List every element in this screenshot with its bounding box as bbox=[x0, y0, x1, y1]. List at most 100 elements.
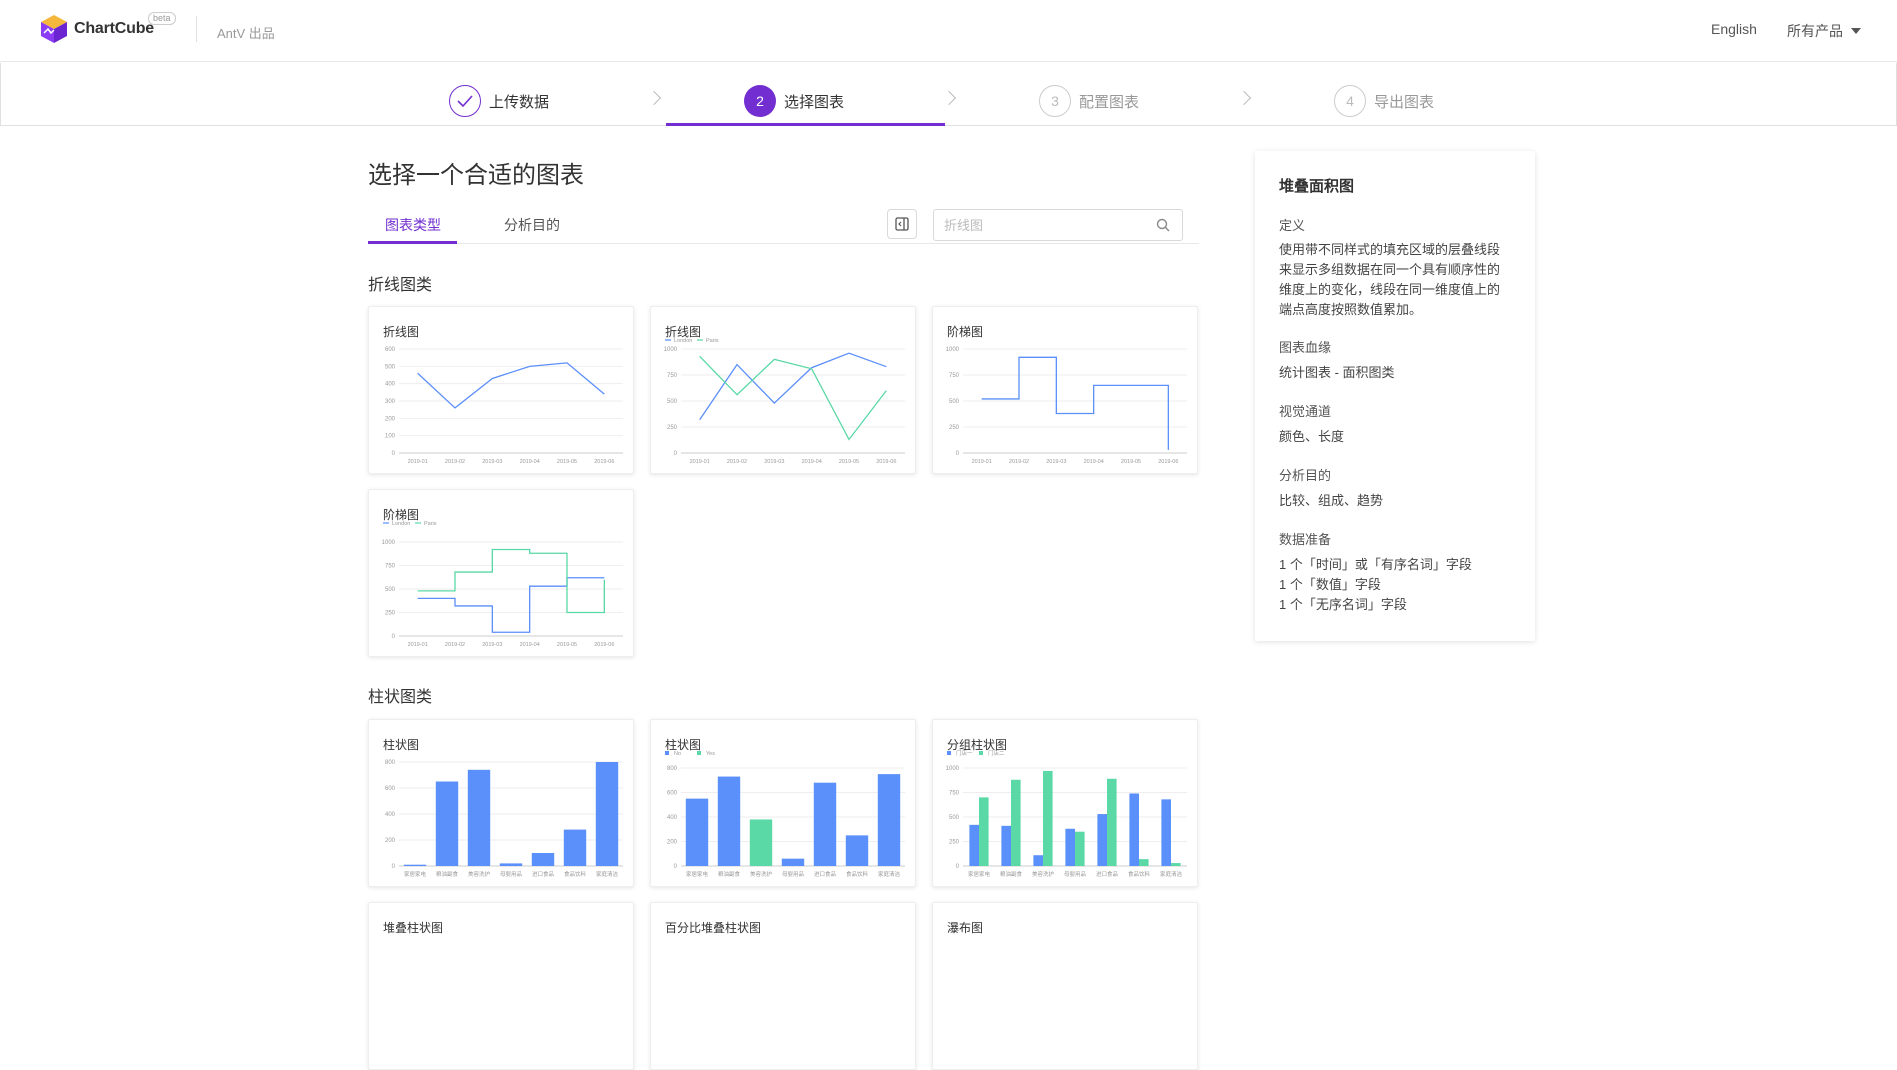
x-tick-label: 粮油副食 bbox=[1000, 870, 1023, 878]
multi-line-chart-preview: London Paris 0 250 500 750 1000 2019-01 2019-02 2… bbox=[664, 338, 905, 465]
legend-label: 门店一 bbox=[956, 750, 973, 757]
chart-card-multi-line[interactable]: 折线图 London Paris 0 250 500 750 1000 2019-01 2019… bbox=[650, 306, 916, 474]
x-tick-label: 美容洗护 bbox=[1032, 870, 1055, 878]
x-tick-label: 2019-03 bbox=[764, 459, 784, 465]
legend-label: No bbox=[674, 751, 681, 757]
y-tick-label: 0 bbox=[392, 451, 396, 457]
bar bbox=[685, 798, 709, 866]
y-tick-label: 0 bbox=[674, 864, 678, 870]
step-chart-preview: 0 250 500 750 1000 2019-01 2019-02 2019-03 2019-… bbox=[946, 347, 1187, 465]
language-switch[interactable]: English bbox=[1711, 21, 1757, 37]
legend-marker bbox=[665, 751, 669, 755]
y-tick-label: 750 bbox=[667, 373, 678, 379]
bar bbox=[1107, 778, 1117, 866]
y-tick-label: 200 bbox=[385, 416, 396, 422]
bar-chart-preview: 0 200 400 600 800 家居家电 粮油副食 美容洗护 母婴用品 进口食品 食品饮料 家庭清… bbox=[385, 760, 623, 878]
legend-marker bbox=[697, 751, 701, 755]
bar bbox=[403, 864, 427, 866]
bar bbox=[813, 782, 837, 866]
y-tick-label: 500 bbox=[667, 399, 678, 405]
lineage-text: 统计图表 - 面积图类 bbox=[1279, 365, 1395, 380]
y-tick-label: 500 bbox=[385, 587, 396, 593]
y-tick-label: 250 bbox=[667, 425, 678, 431]
bar bbox=[499, 863, 523, 866]
x-tick-label: 2019-06 bbox=[876, 459, 896, 465]
tab-analysis-purpose[interactable]: 分析目的 bbox=[504, 215, 560, 235]
x-tick-label: 2019-02 bbox=[1009, 459, 1029, 465]
y-tick-label: 400 bbox=[385, 382, 396, 388]
y-tick-label: 750 bbox=[949, 791, 960, 797]
step-export-chart[interactable]: 4 导出图表 bbox=[1334, 85, 1434, 117]
check-icon bbox=[449, 85, 481, 117]
chart-card-grouped-bar[interactable]: 分组柱状图 门店一 门店二 0 250 500 750 1000 家居家电 粮油副食 美容洗护 母婴… bbox=[932, 719, 1198, 887]
y-tick-label: 500 bbox=[949, 815, 960, 821]
step-configure-chart[interactable]: 3 配置图表 bbox=[1039, 85, 1139, 117]
step-upload-data[interactable]: 上传数据 bbox=[449, 85, 549, 117]
chart-card-stacked-bar[interactable]: 堆叠柱状图 bbox=[368, 902, 634, 1070]
card-title: 瀑布图 bbox=[947, 921, 984, 935]
chart-card-step[interactable]: 阶梯图 0 250 500 750 1000 2019-01 2019-02 2019-03 2… bbox=[932, 306, 1198, 474]
x-tick-label: 2019-02 bbox=[445, 459, 465, 465]
legend-marker bbox=[947, 751, 951, 755]
y-tick-label: 600 bbox=[667, 791, 678, 797]
chart-card-waterfall[interactable]: 瀑布图 bbox=[932, 902, 1198, 1070]
y-tick-label: 100 bbox=[385, 434, 396, 440]
x-tick-label: 母婴用品 bbox=[782, 871, 805, 878]
section-title-bar: 柱状图类 bbox=[368, 689, 433, 706]
colored-bar-chart-preview: No Yes 0 200 400 600 800 家居家电 粮油副食 美容洗护 母婴用品 进口食品 食品… bbox=[665, 751, 905, 878]
chart-search bbox=[933, 209, 1183, 241]
logo[interactable]: ChartCube beta bbox=[40, 12, 176, 44]
active-step-underline bbox=[666, 123, 945, 126]
legend-marker bbox=[979, 751, 983, 755]
tab-chart-type[interactable]: 图表类型 bbox=[385, 215, 441, 235]
x-tick-label: 2019-05 bbox=[1121, 459, 1141, 465]
antv-tag[interactable]: AntV 出品 bbox=[217, 23, 275, 42]
collapse-panel-button[interactable] bbox=[887, 209, 917, 239]
y-tick-label: 1000 bbox=[946, 766, 960, 772]
chart-card-percent-stacked-bar[interactable]: 百分比堆叠柱状图 bbox=[650, 902, 916, 1070]
step-select-chart[interactable]: 2 选择图表 bbox=[744, 85, 844, 117]
multi-step-chart-preview: London Paris 0 250 500 750 1000 2019-01 2019-02 2… bbox=[382, 521, 623, 648]
search-icon[interactable] bbox=[1156, 218, 1170, 232]
legend-label: Paris bbox=[424, 521, 437, 527]
grouped-bar-chart-preview: 门店一 门店二 0 250 500 750 1000 家居家电 粮油副食 美容洗护 母婴用品 进口食品… bbox=[946, 750, 1187, 878]
x-tick-label: 2019-05 bbox=[557, 642, 577, 648]
bar bbox=[563, 829, 587, 866]
step-number: 3 bbox=[1039, 85, 1071, 117]
step-label: 上传数据 bbox=[489, 93, 550, 111]
legend-label: London bbox=[674, 338, 692, 344]
chart-card-colored-bar[interactable]: 柱状图 No Yes 0 200 400 600 800 家居家电 粮油副食 美容洗护 母婴用品 进口… bbox=[650, 719, 916, 887]
chart-card-line[interactable]: 折线图 0 100 200 300 400 500 600 2019-01 2019-02 201… bbox=[368, 306, 634, 474]
definition-text: 使用带不同样式的填充区域的层叠线段来显示多组数据在同一个具有顺序性的维度上的变化… bbox=[1279, 242, 1501, 317]
detail-title: 堆叠面积图 bbox=[1279, 178, 1355, 195]
x-tick-label: 家庭清洁 bbox=[878, 870, 901, 878]
x-tick-label: 2019-02 bbox=[727, 459, 747, 465]
bar bbox=[749, 819, 773, 866]
x-tick-label: 进口食品 bbox=[532, 870, 555, 878]
chart-card-multi-step[interactable]: 阶梯图 London Paris 0 250 500 750 1000 2019-01 2019… bbox=[368, 489, 634, 657]
chart-card-bar[interactable]: 柱状图 0 200 400 600 800 家居家电 粮油副食 美容洗护 母婴用品 进口食品 食品饮… bbox=[368, 719, 634, 887]
y-tick-label: 750 bbox=[385, 564, 396, 570]
y-tick-label: 0 bbox=[674, 451, 678, 457]
all-products-menu[interactable]: 所有产品 bbox=[1787, 21, 1861, 41]
y-tick-label: 1000 bbox=[382, 540, 396, 546]
lineage-label: 图表血缘 bbox=[1279, 340, 1332, 355]
search-input[interactable] bbox=[934, 210, 1134, 240]
bar bbox=[1129, 793, 1139, 866]
step-number: 4 bbox=[1334, 85, 1366, 117]
y-tick-label: 800 bbox=[667, 766, 678, 772]
x-tick-label: 进口食品 bbox=[814, 870, 837, 878]
bar bbox=[595, 762, 619, 866]
bar bbox=[845, 835, 869, 866]
x-tick-label: 2019-04 bbox=[520, 642, 540, 648]
x-tick-label: 家庭清洁 bbox=[1160, 870, 1183, 878]
chart-detail-panel: 堆叠面积图 定义 使用带不同样式的填充区域的层叠线段来显示多组数据在同一个具有顺… bbox=[1255, 151, 1535, 641]
y-tick-label: 250 bbox=[949, 840, 960, 846]
x-tick-label: 家居家电 bbox=[686, 870, 709, 878]
x-tick-label: 食品饮料 bbox=[564, 870, 587, 878]
x-tick-label: 2019-01 bbox=[690, 459, 710, 465]
chevron-right-icon bbox=[646, 90, 662, 106]
bar bbox=[435, 781, 459, 866]
bar bbox=[717, 776, 741, 866]
bar bbox=[1065, 828, 1075, 866]
